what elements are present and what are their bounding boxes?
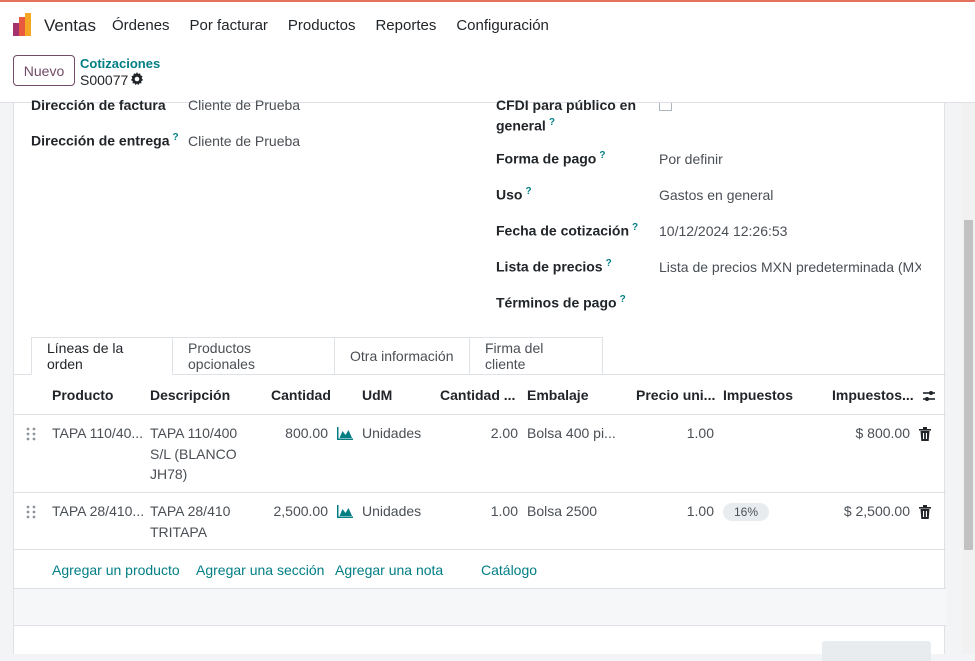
invoice-address-value[interactable]: Cliente de Prueba	[188, 97, 300, 113]
quantity-cell[interactable]: 2,500.00	[254, 501, 329, 522]
table-header: Producto Descripción Cantidad UdM Cantid…	[14, 375, 946, 415]
use-label: Uso?	[496, 186, 532, 203]
table-row[interactable]: TAPA 110/40... TAPA 110/400 S/L (BLANCO …	[14, 415, 946, 493]
uom-cell[interactable]: Unidades	[362, 423, 421, 444]
add-section-link[interactable]: Agregar una sección	[196, 562, 324, 578]
pricelist-label: Lista de precios?	[496, 258, 612, 275]
trash-icon[interactable]	[919, 427, 931, 441]
bottom-button[interactable]	[822, 641, 931, 661]
table-footer	[14, 588, 946, 626]
col-packaging-qty[interactable]: Cantidad ...	[440, 387, 515, 403]
col-packaging[interactable]: Embalaje	[527, 387, 588, 403]
menu-item-productos[interactable]: Productos	[288, 17, 356, 34]
subtotal-cell: $ 800.00	[855, 425, 911, 441]
top-navbar: Ventas Órdenes Por facturar Productos Re…	[0, 0, 975, 48]
help-icon[interactable]: ?	[173, 132, 179, 143]
drag-handle-icon[interactable]	[26, 505, 36, 519]
gear-icon[interactable]	[130, 72, 144, 86]
help-icon[interactable]: ?	[525, 186, 531, 197]
delivery-address-value[interactable]: Cliente de Prueba	[188, 133, 300, 149]
use-value[interactable]: Gastos en general	[659, 187, 773, 203]
menu-item-por-facturar[interactable]: Por facturar	[190, 17, 268, 34]
breadcrumb-current: S00077	[80, 72, 129, 88]
quote-date-value[interactable]: 10/12/2024 12:26:53	[659, 223, 787, 239]
main-menu: Órdenes Por facturar Productos Reportes …	[112, 17, 569, 34]
new-button[interactable]: Nuevo	[13, 55, 75, 86]
col-subtotal[interactable]: Impuestos...	[832, 387, 914, 403]
scrollbar-thumb[interactable]	[964, 220, 973, 550]
cfdi-label-line1: CFDI para público en	[496, 97, 637, 113]
form-sheet: Dirección de factura Cliente de Prueba D…	[13, 97, 946, 661]
catalog-link[interactable]: Catálogo	[481, 562, 537, 578]
cfdi-label-line2: general?	[496, 117, 555, 134]
help-icon[interactable]: ?	[606, 258, 612, 269]
col-uom[interactable]: UdM	[362, 387, 392, 403]
unit-price-cell[interactable]: 1.00	[634, 423, 714, 444]
menu-item-ordenes[interactable]: Órdenes	[112, 17, 170, 34]
col-unit-price[interactable]: Precio uni...	[636, 387, 715, 403]
tab-other-info[interactable]: Otra información	[335, 337, 470, 375]
control-panel: Nuevo Cotizaciones S00077	[0, 48, 975, 103]
packaging-qty-cell[interactable]: 1.00	[454, 501, 518, 522]
menu-item-reportes[interactable]: Reportes	[375, 17, 436, 34]
optional-columns-icon[interactable]	[922, 389, 936, 403]
tab-order-lines[interactable]: Líneas de la orden	[31, 337, 173, 375]
trash-icon[interactable]	[919, 505, 931, 519]
unit-price-cell[interactable]: 1.00	[634, 501, 714, 522]
product-cell[interactable]: TAPA 28/410...	[52, 501, 144, 522]
payment-form-label: Forma de pago?	[496, 150, 606, 167]
packaging-cell[interactable]: Bolsa 2500	[527, 501, 597, 522]
quantity-cell[interactable]: 800.00	[254, 423, 328, 444]
col-quantity[interactable]: Cantidad	[271, 387, 331, 403]
app-name[interactable]: Ventas	[44, 16, 96, 36]
quote-date-label: Fecha de cotización?	[496, 222, 639, 239]
packaging-cell[interactable]: Bolsa 400 pi...	[527, 423, 616, 444]
help-icon[interactable]: ?	[620, 294, 626, 305]
sales-app-logo-icon[interactable]	[12, 13, 36, 37]
product-cell[interactable]: TAPA 110/40...	[52, 423, 143, 444]
drag-handle-icon[interactable]	[26, 427, 36, 441]
pricelist-value[interactable]: Lista de precios MXN predeterminada (MXN…	[659, 259, 921, 275]
packaging-qty-cell[interactable]: 2.00	[454, 423, 518, 444]
help-icon[interactable]: ?	[549, 117, 555, 128]
subtotal-cell: $ 2,500.00	[843, 503, 910, 519]
tax-badge[interactable]: 16%	[723, 503, 770, 521]
table-row[interactable]: TAPA 28/410... TAPA 28/410 TRITAPA 2,500…	[14, 493, 946, 550]
help-icon[interactable]: ?	[632, 222, 638, 233]
forecast-chart-icon[interactable]	[337, 427, 353, 440]
tab-customer-signature[interactable]: Firma del cliente	[470, 337, 603, 375]
col-product[interactable]: Producto	[52, 387, 113, 403]
breadcrumb-parent[interactable]: Cotizaciones	[80, 56, 160, 71]
payment-form-value[interactable]: Por definir	[659, 151, 723, 167]
menu-item-configuracion[interactable]: Configuración	[456, 17, 549, 34]
notebook-tabs: Líneas de la orden Productos opcionales …	[31, 337, 603, 375]
cfdi-checkbox[interactable]	[659, 103, 672, 111]
forecast-chart-icon[interactable]	[337, 505, 353, 518]
uom-cell[interactable]: Unidades	[362, 501, 421, 522]
col-description[interactable]: Descripción	[150, 387, 230, 403]
tab-optional-products[interactable]: Productos opcionales	[173, 337, 335, 375]
help-icon[interactable]: ?	[599, 150, 605, 161]
delivery-address-label: Dirección de entrega?	[31, 132, 179, 149]
description-cell[interactable]: TAPA 28/410 TRITAPA	[150, 501, 230, 542]
add-product-link[interactable]: Agregar un producto	[52, 562, 180, 578]
col-taxes[interactable]: Impuestos	[723, 387, 793, 403]
invoice-address-label: Dirección de factura	[31, 97, 166, 113]
payment-terms-label: Términos de pago?	[496, 294, 626, 311]
add-note-link[interactable]: Agregar una nota	[335, 562, 443, 578]
description-cell[interactable]: TAPA 110/400 S/L (BLANCO JH78)	[150, 423, 237, 485]
